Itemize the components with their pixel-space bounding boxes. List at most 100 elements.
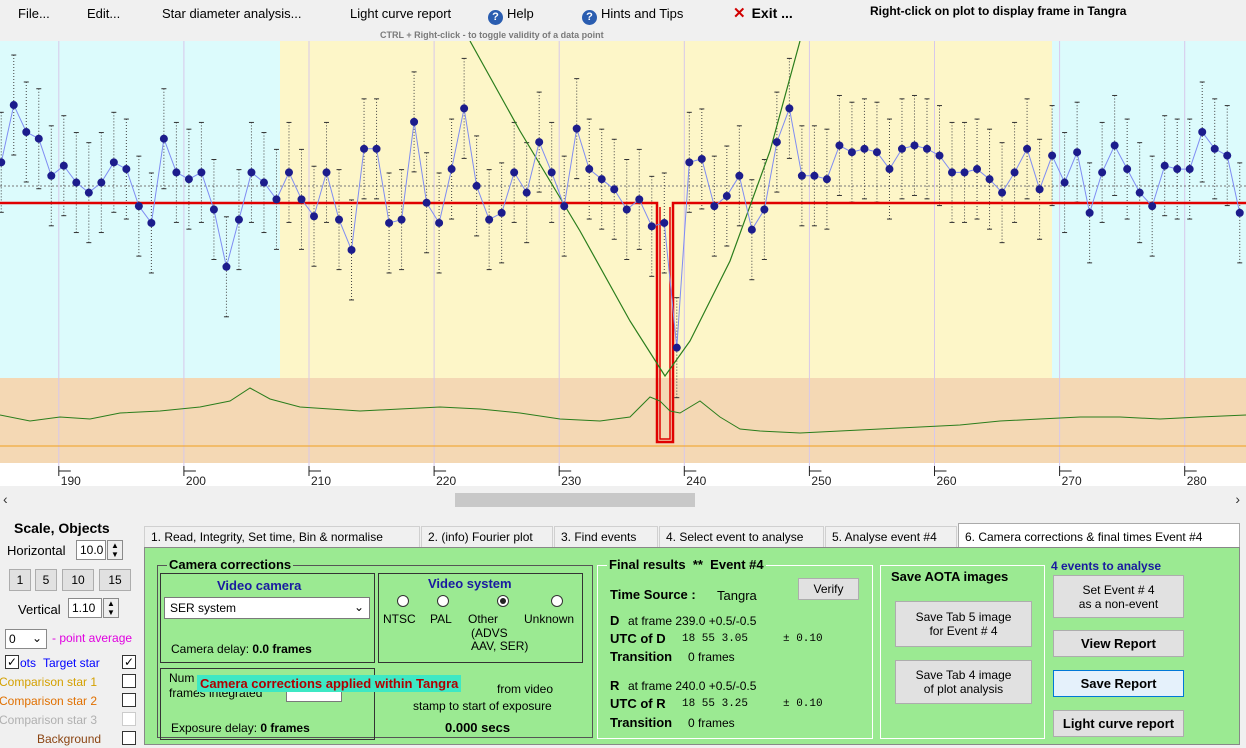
data-point[interactable] [1035,185,1044,194]
data-point[interactable] [897,144,906,153]
data-point[interactable] [610,185,619,194]
scroll-thumb[interactable] [455,493,695,507]
data-point[interactable] [385,218,394,227]
comparison-star-1-checkbox[interactable] [122,674,136,688]
menu-light-curve-report[interactable]: Light curve report [350,6,451,21]
data-point[interactable] [822,175,831,184]
comparison-star-3-checkbox[interactable] [122,712,136,726]
data-point[interactable] [472,181,481,190]
data-point[interactable] [735,171,744,180]
data-point[interactable] [785,104,794,113]
horizontal-scale-input[interactable]: 10.0 [76,540,106,560]
data-point[interactable] [259,178,268,187]
data-point[interactable] [635,195,644,204]
data-point[interactable] [310,212,319,221]
data-point[interactable] [72,178,81,187]
data-point[interactable] [485,215,494,224]
radio-unknown[interactable] [551,595,563,607]
data-point[interactable] [998,188,1007,197]
data-point[interactable] [497,208,506,217]
background-checkbox[interactable] [122,731,136,745]
data-point[interactable] [1098,168,1107,177]
data-point[interactable] [272,195,281,204]
data-point[interactable] [835,141,844,150]
radio-other[interactable] [497,595,509,607]
data-point[interactable] [572,124,581,133]
data-point[interactable] [184,175,193,184]
data-point[interactable] [59,161,68,170]
data-point[interactable] [522,188,531,197]
save-tab4-image-button[interactable]: Save Tab 4 image of plot analysis [895,660,1032,704]
scroll-left-icon[interactable]: ‹ [3,491,8,507]
view-report-button[interactable]: View Report [1053,630,1184,657]
data-point[interactable] [872,148,881,157]
menu-edit[interactable]: Edit... [87,6,120,21]
data-point[interactable] [810,171,819,180]
data-point[interactable] [1010,168,1019,177]
data-point[interactable] [34,134,43,143]
data-point[interactable] [1173,165,1182,174]
data-point[interactable] [9,101,18,110]
verify-button[interactable]: Verify [798,578,859,600]
tab-camera-corrections[interactable]: 6. Camera corrections & final times Even… [958,523,1240,549]
data-point[interactable] [948,168,957,177]
data-point[interactable] [885,165,894,174]
data-point[interactable] [510,168,519,177]
camera-select[interactable]: SER system ⌄ [164,597,370,619]
data-point[interactable] [847,148,856,157]
data-point[interactable] [360,144,369,153]
tab-fourier-plot[interactable]: 2. (info) Fourier plot [421,526,553,548]
data-point[interactable] [322,168,331,177]
data-point[interactable] [560,202,569,211]
data-point[interactable] [147,218,156,227]
data-point[interactable] [922,144,931,153]
data-point[interactable] [209,205,218,214]
data-point[interactable] [335,215,344,224]
save-tab5-image-button[interactable]: Save Tab 5 image for Event # 4 [895,601,1032,647]
tab-analyse-event[interactable]: 5. Analyse event #4 [825,526,957,548]
menu-hints-and-tips[interactable]: ? Hints and Tips [582,6,683,25]
data-point[interactable] [347,245,356,254]
data-point[interactable] [397,215,406,224]
data-point[interactable] [159,134,168,143]
data-point[interactable] [672,343,681,352]
data-point[interactable] [134,202,143,211]
data-point[interactable] [697,154,706,163]
data-point[interactable] [973,165,982,174]
data-point[interactable] [910,141,919,150]
data-point[interactable] [172,168,181,177]
data-point[interactable] [1210,144,1219,153]
data-point[interactable] [372,144,381,153]
data-point[interactable] [1123,165,1132,174]
radio-pal[interactable] [437,595,449,607]
data-point[interactable] [535,138,544,147]
menu-help[interactable]: ? Help [488,6,534,25]
data-point[interactable] [935,151,944,160]
vertical-scale-stepper[interactable]: ▲ ▼ [103,598,119,618]
data-point[interactable] [1185,165,1194,174]
set-non-event-button[interactable]: Set Event # 4 as a non-event [1053,575,1184,618]
data-point[interactable] [234,215,243,224]
tab-select-event[interactable]: 4. Select event to analyse [659,526,824,548]
data-point[interactable] [297,195,306,204]
data-point[interactable] [1073,148,1082,157]
data-point[interactable] [772,138,781,147]
data-point[interactable] [1060,178,1069,187]
light-curve-report-button[interactable]: Light curve report [1053,710,1184,737]
save-report-button[interactable]: Save Report [1053,670,1184,697]
data-point[interactable] [410,117,419,126]
data-point[interactable] [109,158,118,167]
scale-preset-15-button[interactable]: 15 [99,569,131,591]
data-point[interactable] [1135,188,1144,197]
data-point[interactable] [760,205,769,214]
data-point[interactable] [860,144,869,153]
data-point[interactable] [460,104,469,113]
horizontal-scale-stepper[interactable]: ▲ ▼ [107,540,123,560]
data-point[interactable] [222,262,231,271]
data-point[interactable] [197,168,206,177]
radio-ntsc[interactable] [397,595,409,607]
data-point[interactable] [84,188,93,197]
menu-file[interactable]: File... [18,6,50,21]
data-point[interactable] [1148,202,1157,211]
scale-preset-1-button[interactable]: 1 [9,569,31,591]
